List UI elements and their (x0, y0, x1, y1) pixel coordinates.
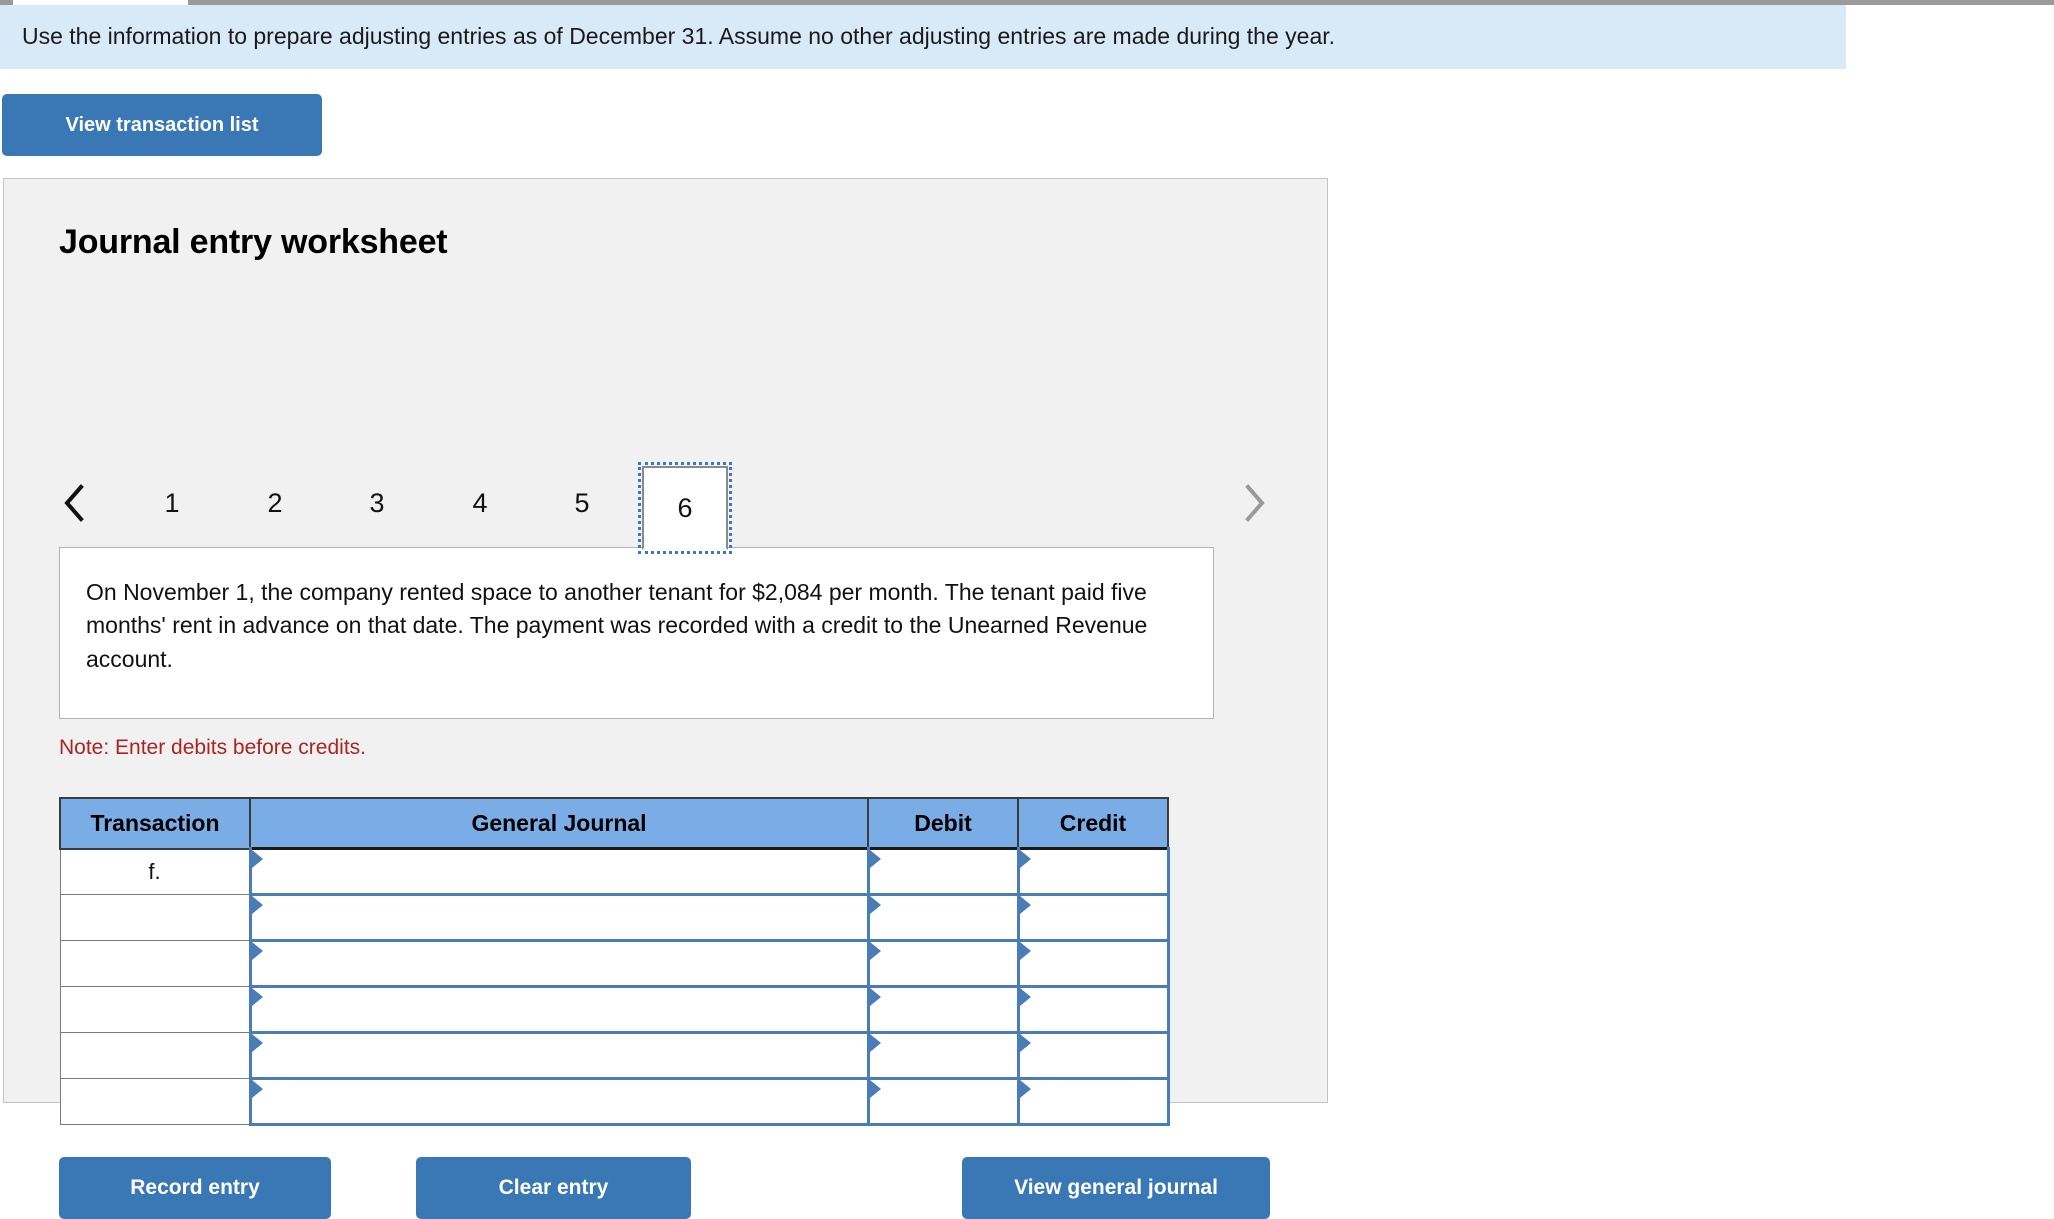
table-row (59, 939, 1170, 988)
transaction-description-text: On November 1, the company rented space … (86, 579, 1148, 672)
dropdown-arrow-icon (869, 1080, 881, 1098)
table-row (59, 1077, 1170, 1126)
journal-entry-worksheet-panel: Journal entry worksheet 1 2 3 4 5 6 On N… (3, 178, 1328, 1219)
credit-input-6[interactable] (1016, 1077, 1170, 1126)
general-journal-input-6[interactable] (248, 1077, 870, 1126)
dropdown-arrow-icon (251, 896, 263, 914)
general-journal-input-4[interactable] (248, 985, 870, 1034)
dropdown-arrow-icon (251, 988, 263, 1006)
credit-input-2[interactable] (1016, 893, 1170, 942)
transaction-label-cell (59, 986, 251, 1033)
worksheet-tab-1[interactable]: 1 (144, 475, 200, 531)
worksheet-tab-bar: 1 2 3 4 5 6 (4, 457, 1327, 554)
table-header-row: Transaction General Journal Debit Credit (59, 797, 1169, 850)
worksheet-tab-3[interactable]: 3 (349, 475, 405, 531)
worksheet-tab-6[interactable]: 6 (638, 462, 732, 554)
column-header-general-journal: General Journal (249, 797, 869, 850)
transaction-label-cell (59, 940, 251, 987)
clear-entry-button[interactable]: Clear entry (416, 1157, 691, 1219)
transaction-description-box: On November 1, the company rented space … (59, 547, 1214, 719)
dropdown-arrow-icon (1019, 1080, 1031, 1098)
dropdown-arrow-icon (1019, 896, 1031, 914)
transaction-label-cell (59, 1032, 251, 1079)
dropdown-arrow-icon (1019, 988, 1031, 1006)
transaction-label-cell (59, 894, 251, 941)
instruction-banner: Use the information to prepare adjusting… (0, 5, 1846, 69)
instruction-text: Use the information to prepare adjusting… (22, 23, 1336, 50)
dropdown-arrow-icon (869, 942, 881, 960)
dropdown-arrow-icon (1019, 850, 1031, 868)
dropdown-arrow-icon (869, 988, 881, 1006)
dropdown-arrow-icon (869, 896, 881, 914)
worksheet-tab-5[interactable]: 5 (554, 475, 610, 531)
general-journal-input-1[interactable] (248, 847, 870, 896)
debit-input-3[interactable] (866, 939, 1020, 988)
debits-before-credits-note: Note: Enter debits before credits. (59, 736, 366, 759)
general-journal-input-3[interactable] (248, 939, 870, 988)
general-journal-input-5[interactable] (248, 1031, 870, 1080)
dropdown-arrow-icon (869, 850, 881, 868)
table-row (59, 893, 1170, 942)
transaction-label-cell (59, 1078, 251, 1125)
dropdown-arrow-icon (251, 850, 263, 868)
credit-input-5[interactable] (1016, 1031, 1170, 1080)
dropdown-arrow-icon (251, 942, 263, 960)
record-entry-button[interactable]: Record entry (59, 1157, 331, 1219)
dropdown-arrow-icon (869, 1034, 881, 1052)
table-row: f. (59, 847, 1170, 896)
general-journal-input-2[interactable] (248, 893, 870, 942)
debit-input-6[interactable] (866, 1077, 1020, 1126)
worksheet-tab-4[interactable]: 4 (452, 475, 508, 531)
credit-input-1[interactable] (1016, 847, 1170, 896)
dropdown-arrow-icon (1019, 942, 1031, 960)
page-title: Journal entry worksheet (59, 223, 448, 261)
debit-input-5[interactable] (866, 1031, 1020, 1080)
column-header-debit: Debit (867, 797, 1019, 850)
journal-entry-table: Transaction General Journal Debit Credit… (59, 797, 1170, 1126)
journal-entry-table-body: f. (59, 847, 1170, 1126)
debit-input-2[interactable] (866, 893, 1020, 942)
view-general-journal-button[interactable]: View general journal (962, 1157, 1270, 1219)
table-row (59, 985, 1170, 1034)
dropdown-arrow-icon (251, 1034, 263, 1052)
view-transaction-list-button[interactable]: View transaction list (2, 94, 322, 156)
transaction-label-cell: f. (59, 847, 251, 895)
column-header-transaction: Transaction (59, 797, 251, 850)
debit-input-4[interactable] (866, 985, 1020, 1034)
chevron-left-icon[interactable] (52, 481, 96, 525)
dropdown-arrow-icon (1019, 1034, 1031, 1052)
table-row (59, 1031, 1170, 1080)
credit-input-4[interactable] (1016, 985, 1170, 1034)
debit-input-1[interactable] (866, 847, 1020, 896)
worksheet-tab-2[interactable]: 2 (247, 475, 303, 531)
chevron-right-icon[interactable] (1232, 481, 1276, 525)
dropdown-arrow-icon (251, 1080, 263, 1098)
credit-input-3[interactable] (1016, 939, 1170, 988)
column-header-credit: Credit (1017, 797, 1169, 850)
